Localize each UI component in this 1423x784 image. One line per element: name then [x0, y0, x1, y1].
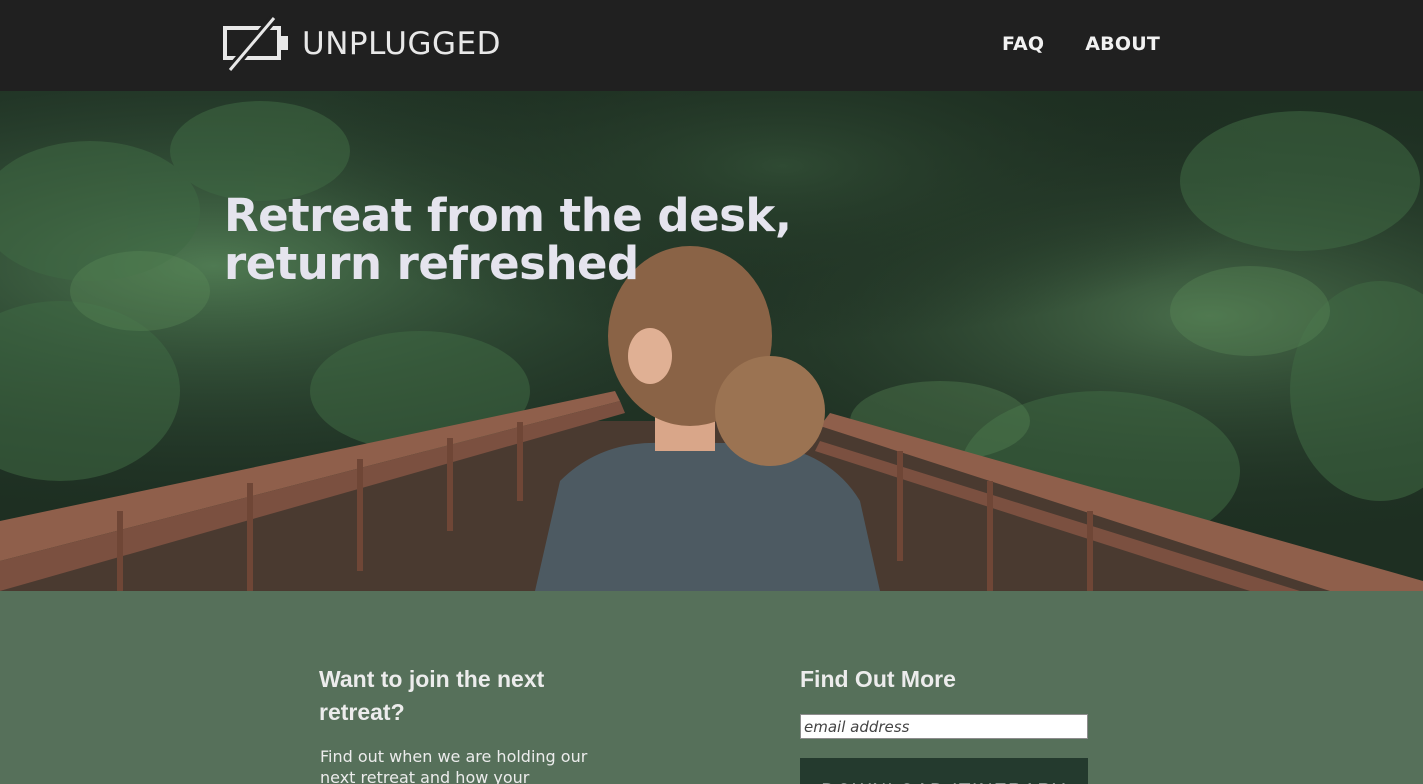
top-navigation-bar: UNPLUGGED FAQ ABOUT — [0, 0, 1423, 91]
join-retreat-text: Find out when we are holding our next re… — [320, 747, 588, 784]
hero-headline: Retreat from the desk, return refreshed — [224, 192, 864, 288]
email-input[interactable] — [800, 714, 1088, 739]
download-itinerary-button[interactable]: DOWNLOAD ITINERARY — [800, 758, 1088, 784]
unplugged-battery-icon — [223, 16, 288, 72]
hero-headline-line-1: Retreat from the desk, — [224, 189, 792, 242]
nav-about-link[interactable]: ABOUT — [1085, 33, 1160, 55]
join-retreat-heading: Want to join the next retreat? — [319, 666, 545, 725]
hero-forest-bridge-image — [0, 91, 1423, 591]
hero-headline-line-2: return refreshed — [224, 237, 639, 290]
nav-faq-link[interactable]: FAQ — [1002, 33, 1044, 55]
signup-section: Want to join the next retreat? Find out … — [0, 591, 1423, 784]
find-out-more-heading: Find Out More — [800, 666, 956, 692]
main-nav: FAQ ABOUT — [1002, 33, 1160, 55]
logo[interactable]: UNPLUGGED — [222, 16, 501, 72]
logo-text: UNPLUGGED — [302, 26, 501, 62]
hero-banner: Retreat from the desk, return refreshed — [0, 91, 1423, 591]
